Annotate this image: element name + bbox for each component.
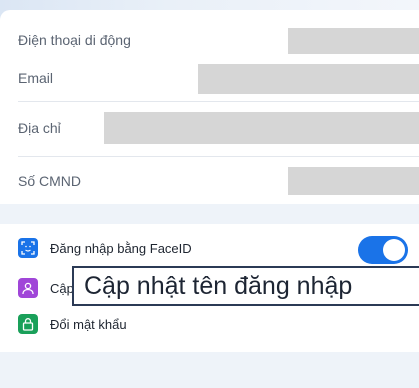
phone-row: Điện thoại di động bbox=[0, 10, 419, 66]
faceid-login-label: Đăng nhập bằng FaceID bbox=[50, 240, 192, 256]
toggle-knob bbox=[383, 239, 405, 261]
section-gap bbox=[0, 204, 419, 224]
id-row: Số CMND bbox=[0, 157, 419, 203]
id-label: Số CMND bbox=[18, 173, 82, 189]
faceid-toggle[interactable] bbox=[358, 236, 408, 264]
page-bottom bbox=[0, 352, 419, 388]
username-tooltip-overlay: Cập nhật tên đăng nhập bbox=[72, 266, 419, 306]
faceid-icon bbox=[18, 238, 38, 258]
address-label: Địa chỉ bbox=[18, 120, 61, 136]
phone-value-redacted bbox=[288, 28, 419, 54]
lock-icon bbox=[18, 314, 38, 334]
email-value-redacted bbox=[198, 64, 419, 94]
id-value-redacted bbox=[288, 167, 419, 195]
change-password-label: Đổi mật khẩu bbox=[50, 316, 127, 332]
faceid-login-row[interactable]: Đăng nhập bằng FaceID bbox=[18, 236, 192, 260]
personal-info-card: Điện thoại di động Email Địa chỉ Số CMND bbox=[0, 10, 419, 204]
change-password-row[interactable]: Đổi mật khẩu bbox=[18, 312, 127, 336]
phone-label: Điện thoại di động bbox=[18, 32, 131, 48]
email-label: Email bbox=[18, 70, 54, 86]
email-row: Email bbox=[0, 60, 419, 96]
user-icon bbox=[18, 278, 38, 298]
address-value-redacted bbox=[104, 112, 419, 144]
address-row: Địa chỉ bbox=[0, 102, 419, 154]
